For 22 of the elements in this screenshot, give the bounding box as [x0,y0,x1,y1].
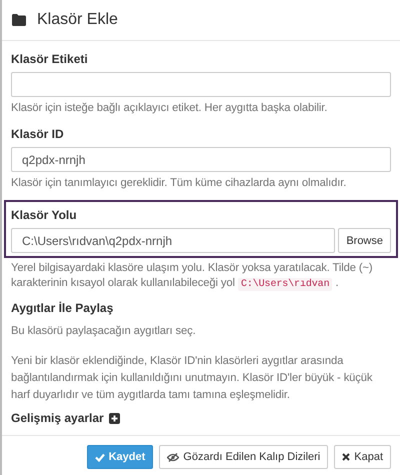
help-text: Yerel bilgisayardaki klasöre ulaşım yolu. Klasör yoksa yaratılacak. Tilde (~) karakterinin kısayol olarak kullanılabileceği yol C:\Users\rıdvan . [11,261,374,292]
ignore-patterns-button[interactable]: Gözardı Edilen Kalıp Dizileri [159,445,328,469]
check-icon [94,452,105,462]
text-field[interactable] [11,72,391,97]
folder-icon [12,14,26,26]
note-text: Yeni bir klasör eklendiğinde, Klasör ID'nin klasörleri aygıtlar arasında bağlantılandırmak için kullanıldığını unutmayın. Klasör ID'ler büyük - küçük harf duyarlıdır ve tüm aygıtlarda tamı tamına eşleşmelidir. [11,354,374,403]
browse-button[interactable]: Browse [338,228,391,253]
section-heading: Aygıtlar İle Paylaş [11,301,114,315]
field-label: Klasör ID [11,126,65,141]
path-field[interactable]: C:\Users\rıdvan\q2pdx-nrnjh [11,228,336,253]
field-label: Klasör Yolu [11,207,78,222]
advanced-settings-link[interactable]: Gelişmiş ayarlar [11,411,104,425]
close-button[interactable]: Kapat [334,445,391,469]
share-text: Bu klasörü paylaşacağın aygıtları seç. [11,324,197,339]
field-label: Klasör Etiketi [11,51,89,66]
help-text: Klasör için isteğe bağlı açıklayıcı etiket. Her aygıtta başka olabilir. [11,101,328,116]
help-text: Klasör için tanımlayıcı gereklidir. Tüm küme cihazlarda aynı olmalıdır. [11,176,348,191]
close-icon [342,453,350,461]
plus-square-icon[interactable] [108,412,120,424]
eye-slash-icon [167,452,180,462]
text-field[interactable]: q2pdx-nrnjh [11,147,391,172]
dialog-title: Klasör Ekle [37,11,118,29]
